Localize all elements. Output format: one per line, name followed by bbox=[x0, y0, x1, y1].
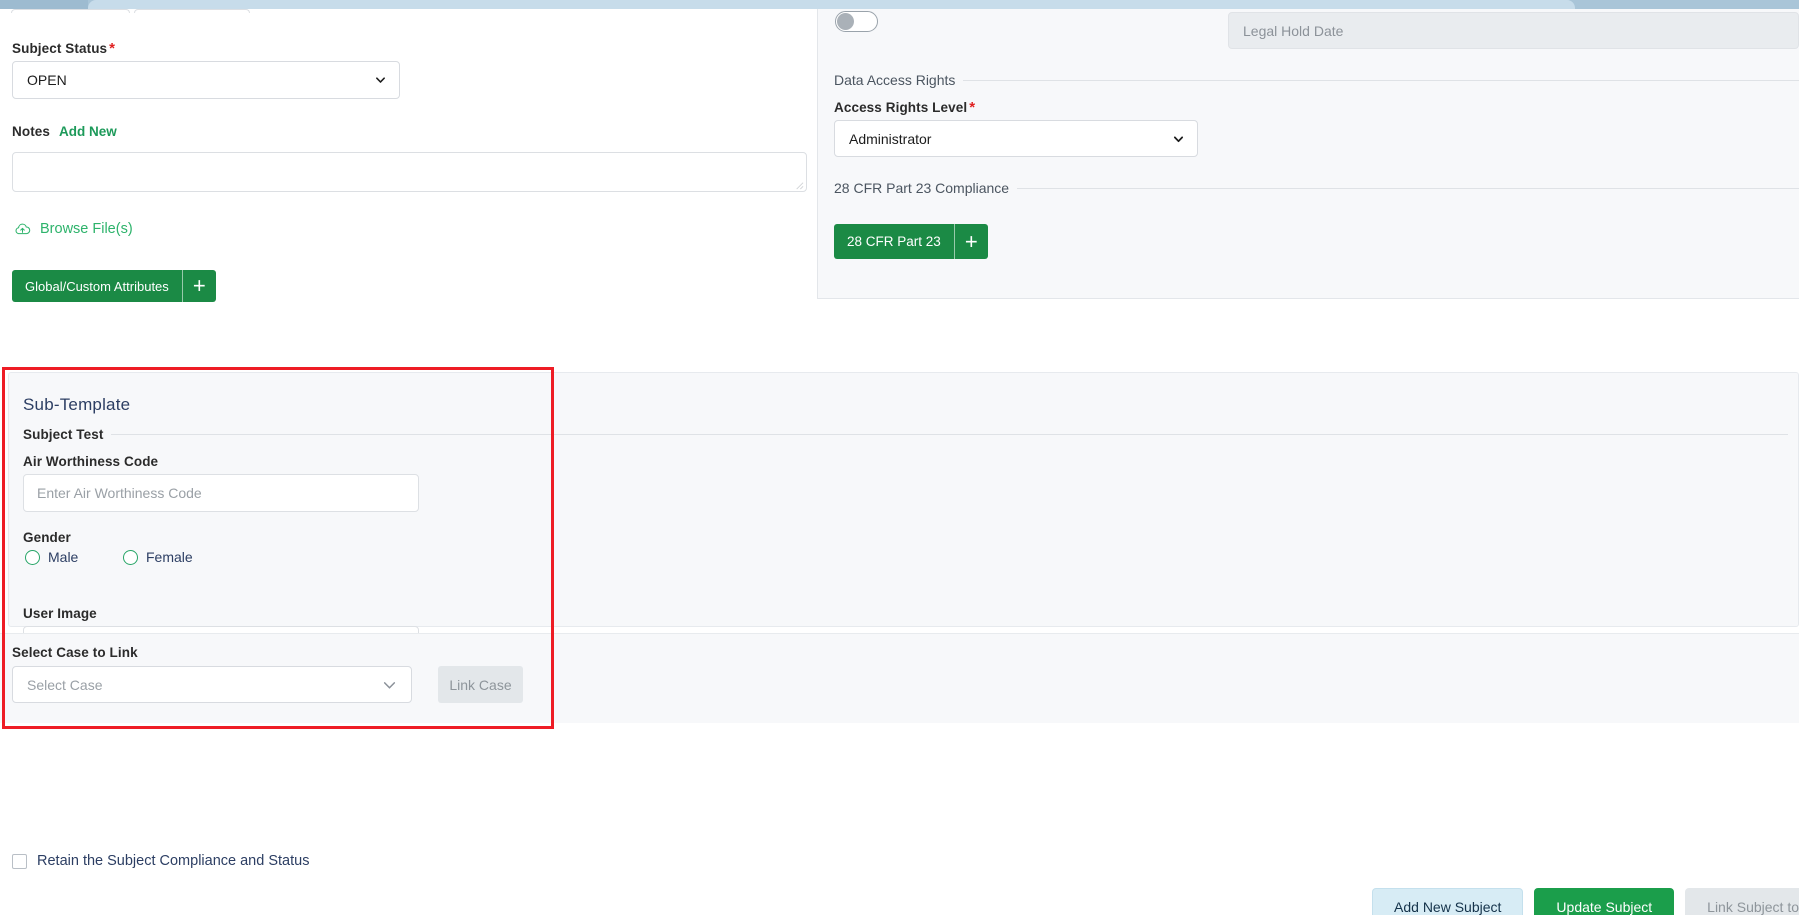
radio-male-icon[interactable] bbox=[25, 549, 40, 565]
gender-female-label: Female bbox=[146, 549, 193, 565]
air-worthiness-code-input[interactable]: Enter Air Worthiness Code bbox=[23, 474, 419, 512]
cfr-compliance-section-header: 28 CFR Part 23 Compliance bbox=[834, 180, 1799, 196]
section-divider-line bbox=[1017, 187, 1799, 189]
subject-test-title: Subject Test bbox=[23, 427, 104, 442]
link-case-button-label: Link Case bbox=[449, 676, 512, 693]
cfr-compliance-title: 28 CFR Part 23 Compliance bbox=[834, 180, 1010, 196]
select-case-dropdown[interactable]: Select Case bbox=[12, 666, 412, 703]
legal-hold-toggle[interactable] bbox=[835, 11, 878, 32]
section-divider-line bbox=[963, 79, 1799, 81]
retain-compliance-row[interactable]: Retain the Subject Compliance and Status bbox=[12, 853, 309, 869]
access-rights-level-required-asterisk: * bbox=[969, 99, 976, 116]
link-case-section: Select Case to Link Select Case Link Cas… bbox=[0, 633, 1799, 723]
section-divider-line bbox=[111, 434, 1788, 436]
radio-female-icon[interactable] bbox=[123, 549, 138, 565]
right-column-spacer bbox=[817, 299, 1799, 313]
notes-add-new-link[interactable]: Add New bbox=[59, 124, 117, 139]
retain-compliance-label: Retain the Subject Compliance and Status bbox=[37, 853, 310, 869]
browser-tab-strip-right bbox=[1575, 0, 1799, 9]
browse-files-label: Browse File(s) bbox=[40, 221, 133, 237]
notes-textarea[interactable] bbox=[12, 152, 807, 192]
subject-status-value: OPEN bbox=[27, 72, 67, 88]
legal-hold-date-placeholder: Legal Hold Date bbox=[1243, 22, 1344, 39]
air-worthiness-code-placeholder: Enter Air Worthiness Code bbox=[37, 485, 202, 501]
air-worthiness-code-label: Air Worthiness Code bbox=[23, 454, 159, 469]
notes-label: Notes bbox=[12, 124, 51, 139]
gender-option-male[interactable]: Male bbox=[25, 549, 78, 565]
retain-compliance-checkbox[interactable] bbox=[12, 853, 27, 869]
gender-option-female[interactable]: Female bbox=[123, 549, 193, 565]
subject-status-select[interactable]: OPEN bbox=[12, 61, 400, 99]
data-access-rights-title: Data Access Rights bbox=[834, 72, 956, 88]
sub-template-title: Sub-Template bbox=[23, 395, 131, 414]
partial-card-top-left bbox=[11, 9, 130, 13]
legal-hold-date-input[interactable]: Legal Hold Date bbox=[1228, 12, 1799, 49]
link-case-button[interactable]: Link Case bbox=[438, 666, 523, 703]
cloud-upload-icon bbox=[15, 223, 31, 235]
cfr-part-23-label: 28 CFR Part 23 bbox=[847, 234, 941, 249]
select-case-to-link-label: Select Case to Link bbox=[12, 645, 138, 660]
browse-files-button[interactable]: Browse File(s) bbox=[14, 221, 133, 237]
subject-status-required-asterisk: * bbox=[109, 40, 116, 57]
gender-label: Gender bbox=[23, 530, 71, 545]
chevron-down-icon bbox=[383, 681, 396, 689]
data-access-rights-section-header: Data Access Rights bbox=[834, 72, 1799, 88]
browser-tab-inactive-left[interactable] bbox=[0, 0, 88, 9]
resize-grip-icon bbox=[796, 182, 804, 190]
app-root: Subject Status * OPEN Notes Add New Brows… bbox=[0, 0, 1799, 915]
link-subject-to-button[interactable]: Link Subject to bbox=[1685, 888, 1799, 915]
subject-status-label: Subject Status * bbox=[12, 41, 115, 56]
cfr-part-23-button[interactable]: 28 CFR Part 23 + bbox=[834, 224, 988, 259]
access-rights-level-select[interactable]: Administrator bbox=[834, 120, 1198, 157]
notes-header: Notes Add New bbox=[12, 124, 117, 139]
browser-tab-active[interactable] bbox=[88, 0, 1575, 9]
access-rights-level-label-text: Access Rights Level bbox=[834, 100, 968, 115]
subject-test-section-header: Subject Test bbox=[23, 428, 1788, 442]
global-custom-attributes-button[interactable]: Global/Custom Attributes + bbox=[12, 270, 216, 302]
update-subject-button[interactable]: Update Subject bbox=[1534, 888, 1675, 915]
user-image-label: User Image bbox=[23, 606, 97, 621]
toggle-knob bbox=[837, 13, 854, 30]
sub-template-section: Sub-Template Subject Test Air Worthiness… bbox=[0, 372, 1799, 667]
browser-tab-strip bbox=[0, 0, 1799, 9]
chevron-down-icon bbox=[376, 77, 385, 83]
chevron-down-icon bbox=[1173, 135, 1184, 142]
access-rights-level-value: Administrator bbox=[849, 130, 932, 147]
select-case-placeholder: Select Case bbox=[27, 676, 103, 693]
global-custom-attributes-label: Global/Custom Attributes bbox=[25, 278, 169, 294]
access-rights-level-label: Access Rights Level * bbox=[834, 100, 975, 115]
partial-card-top-right bbox=[134, 9, 250, 13]
add-new-subject-button[interactable]: Add New Subject bbox=[1372, 888, 1524, 915]
add-cfr-plus-icon[interactable]: + bbox=[955, 224, 988, 259]
form-action-buttons: Add New Subject Update Subject Link Subj… bbox=[1372, 888, 1799, 915]
subject-status-label-text: Subject Status bbox=[12, 41, 108, 56]
gender-male-label: Male bbox=[48, 549, 79, 565]
sub-template-card: Sub-Template Subject Test Air Worthiness… bbox=[8, 372, 1799, 667]
add-attribute-plus-icon[interactable]: + bbox=[183, 270, 216, 302]
